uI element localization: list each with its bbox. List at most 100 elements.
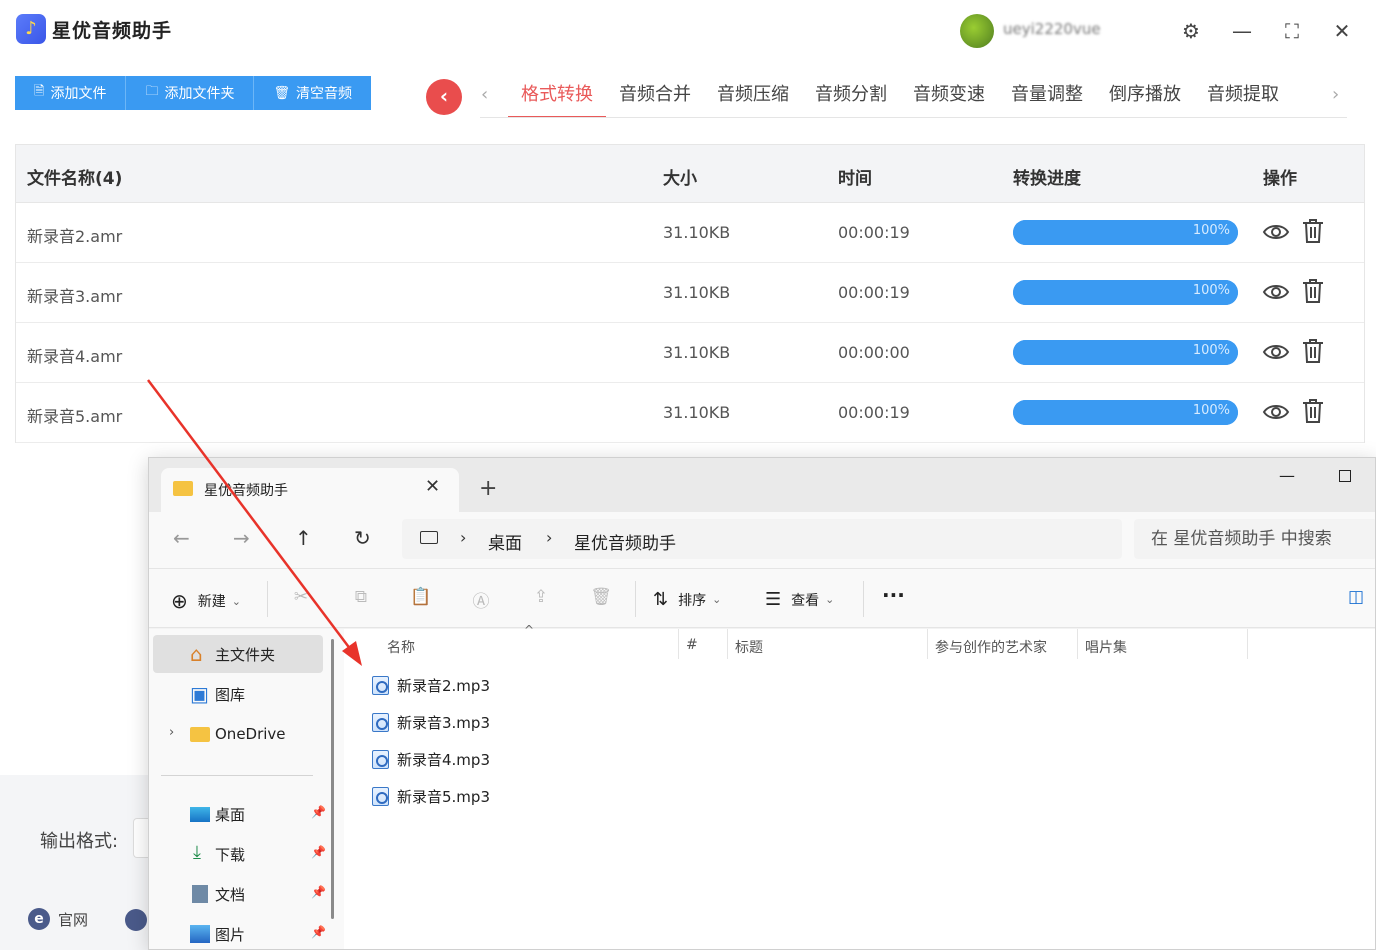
pin-icon[interactable]: 📌 bbox=[311, 845, 326, 859]
sidebar-item-gallery[interactable]: ▣ 图库 bbox=[153, 675, 323, 713]
column-divider[interactable] bbox=[1077, 629, 1078, 659]
preview-eye-icon[interactable] bbox=[1262, 220, 1290, 244]
details-pane-icon[interactable]: ◫ bbox=[1345, 587, 1367, 609]
new-tab-button[interactable]: + bbox=[479, 476, 497, 501]
file-name: 新录音3.mp3 bbox=[397, 713, 490, 732]
header-time: 时间 bbox=[838, 169, 872, 189]
delete-trash-icon[interactable] bbox=[1301, 278, 1325, 304]
tab-item[interactable]: 音频提取 bbox=[1194, 80, 1292, 118]
sidebar-scrollbar[interactable] bbox=[331, 639, 334, 919]
back-button[interactable]: ‹ bbox=[426, 79, 462, 115]
pin-icon[interactable]: 📌 bbox=[311, 805, 326, 819]
minimize-button[interactable]: — bbox=[1227, 16, 1257, 46]
table-body: 新录音2.amr 31.10KB 00:00:19 100% 新录音3.amr 31.10… bbox=[16, 203, 1364, 443]
copy-icon[interactable]: ⧉ bbox=[350, 587, 372, 609]
up-arrow-icon[interactable]: ↑ bbox=[295, 526, 312, 550]
explorer-tab[interactable]: 星优音频助手 ✕ bbox=[161, 468, 459, 512]
delete-icon[interactable]: 🗑 bbox=[590, 587, 612, 609]
sort-button[interactable]: ⇅ 排序 ⌄ bbox=[653, 589, 721, 610]
tab-item[interactable]: 音频合并 bbox=[606, 80, 704, 118]
file-list-item[interactable]: 新录音2.mp3 bbox=[372, 671, 772, 699]
table-row[interactable]: 新录音3.amr 31.10KB 00:00:19 100% bbox=[16, 263, 1364, 323]
tabs-prev-arrow[interactable]: ‹ bbox=[481, 84, 488, 105]
delete-trash-icon[interactable] bbox=[1301, 338, 1325, 364]
pin-icon[interactable]: 📌 bbox=[311, 925, 326, 939]
new-button[interactable]: ⊕ 新建 ⌄ bbox=[171, 589, 241, 613]
explorer-minimize-button[interactable]: — bbox=[1279, 466, 1295, 485]
close-button[interactable]: ✕ bbox=[1327, 16, 1357, 46]
share-icon[interactable]: ⇪ bbox=[530, 587, 552, 609]
preview-eye-icon[interactable] bbox=[1262, 340, 1290, 364]
preview-eye-icon[interactable] bbox=[1262, 400, 1290, 424]
add-file-button[interactable]: 🗎 添加文件 bbox=[15, 76, 127, 110]
preview-eye-icon[interactable] bbox=[1262, 280, 1290, 304]
file-list-item[interactable]: 新录音3.mp3 bbox=[372, 708, 772, 736]
back-arrow-icon[interactable]: ← bbox=[173, 526, 190, 550]
sidebar-item-desktop[interactable]: 桌面 📌 bbox=[153, 795, 326, 833]
rename-icon[interactable]: Ⓐ bbox=[470, 587, 492, 612]
file-size-cell: 31.10KB bbox=[663, 283, 731, 302]
cut-icon[interactable]: ✂ bbox=[290, 587, 312, 609]
pin-icon[interactable]: 📌 bbox=[311, 885, 326, 899]
breadcrumb-folder[interactable]: 星优音频助手 bbox=[574, 529, 676, 554]
column-divider[interactable] bbox=[727, 629, 728, 659]
website-link[interactable]: e 官网 bbox=[28, 908, 88, 930]
new-label: 新建 bbox=[197, 594, 226, 610]
tab-item[interactable]: 倒序播放 bbox=[1096, 80, 1194, 118]
file-list-item[interactable]: 新录音5.mp3 bbox=[372, 782, 772, 810]
delete-trash-icon[interactable] bbox=[1301, 218, 1325, 244]
tab-item[interactable]: 格式转换 bbox=[508, 80, 606, 118]
column-divider[interactable] bbox=[927, 629, 928, 659]
delete-trash-icon[interactable] bbox=[1301, 398, 1325, 424]
file-list-item[interactable]: 新录音4.mp3 bbox=[372, 745, 772, 773]
tab-item[interactable]: 音频压缩 bbox=[704, 80, 802, 118]
breadcrumb-desktop[interactable]: 桌面 bbox=[488, 529, 522, 554]
search-input[interactable]: 在 星优音频助手 中搜索 bbox=[1134, 519, 1375, 559]
tab-item[interactable]: 音频分割 bbox=[802, 80, 900, 118]
sidebar-item-home[interactable]: ⌂ 主文件夹 bbox=[153, 635, 323, 673]
sidebar-item-downloads[interactable]: ⤓ 下载 📌 bbox=[153, 835, 326, 873]
function-tabs: 格式转换 音频合并 音频压缩 音频分割 音频变速 音量调整 倒序播放 音频提取 bbox=[508, 80, 1292, 118]
tab-close-icon[interactable]: ✕ bbox=[425, 476, 440, 497]
settings-icon[interactable]: ⚙ bbox=[1176, 16, 1206, 46]
username[interactable]: ueyi2220vue bbox=[1003, 20, 1153, 38]
file-time-cell: 00:00:19 bbox=[838, 283, 910, 302]
view-button[interactable]: ☰ 查看 ⌄ bbox=[765, 589, 834, 610]
audio-file-icon bbox=[372, 712, 389, 732]
chevron-down-icon: ⌄ bbox=[712, 593, 722, 606]
paste-icon[interactable]: 📋 bbox=[410, 587, 432, 609]
sidebar-item-label: 图库 bbox=[215, 685, 246, 704]
more-options-button[interactable]: ··· bbox=[882, 583, 905, 607]
tab-item[interactable]: 音频变速 bbox=[900, 80, 998, 118]
maximize-button[interactable]: ⛶ bbox=[1277, 16, 1307, 46]
document-icon: 🗎 bbox=[34, 84, 45, 99]
column-artist[interactable]: 参与创作的艺术家 bbox=[935, 637, 1047, 657]
avatar[interactable] bbox=[960, 14, 994, 48]
forward-arrow-icon[interactable]: → bbox=[233, 526, 250, 550]
add-folder-button[interactable]: 🗀 添加文件夹 bbox=[126, 76, 255, 110]
tabs-next-arrow[interactable]: › bbox=[1332, 84, 1339, 105]
clear-audio-button[interactable]: 🗑 清空音频 bbox=[254, 76, 371, 110]
column-name[interactable]: 名称 bbox=[387, 637, 415, 657]
file-time-cell: 00:00:00 bbox=[838, 343, 910, 362]
chat-icon[interactable] bbox=[125, 909, 147, 931]
table-row[interactable]: 新录音4.amr 31.10KB 00:00:00 100% bbox=[16, 323, 1364, 383]
sidebar-item-onedrive[interactable]: › OneDrive bbox=[153, 715, 323, 753]
desktop-icon bbox=[190, 807, 210, 822]
sidebar-item-pictures[interactable]: 图片 📌 bbox=[153, 915, 326, 949]
sort-label: 排序 bbox=[678, 592, 707, 609]
column-title[interactable]: 标题 bbox=[735, 637, 763, 657]
address-bar[interactable]: › 桌面 › 星优音频助手 bbox=[402, 519, 1122, 559]
table-row[interactable]: 新录音2.amr 31.10KB 00:00:19 100% bbox=[16, 203, 1364, 263]
explorer-maximize-button[interactable] bbox=[1339, 470, 1351, 482]
column-divider[interactable] bbox=[1247, 629, 1248, 659]
tab-item[interactable]: 音量调整 bbox=[998, 80, 1096, 118]
table-row[interactable]: 新录音5.amr 31.10KB 00:00:19 100% bbox=[16, 383, 1364, 443]
column-album[interactable]: 唱片集 bbox=[1085, 637, 1127, 657]
expand-chevron-icon[interactable]: › bbox=[169, 725, 174, 740]
file-name: 新录音2.mp3 bbox=[397, 676, 490, 695]
refresh-icon[interactable]: ↻ bbox=[354, 526, 371, 550]
column-divider[interactable] bbox=[678, 629, 679, 659]
column-number[interactable]: # bbox=[686, 637, 698, 653]
sidebar-item-documents[interactable]: 文档 📌 bbox=[153, 875, 326, 913]
